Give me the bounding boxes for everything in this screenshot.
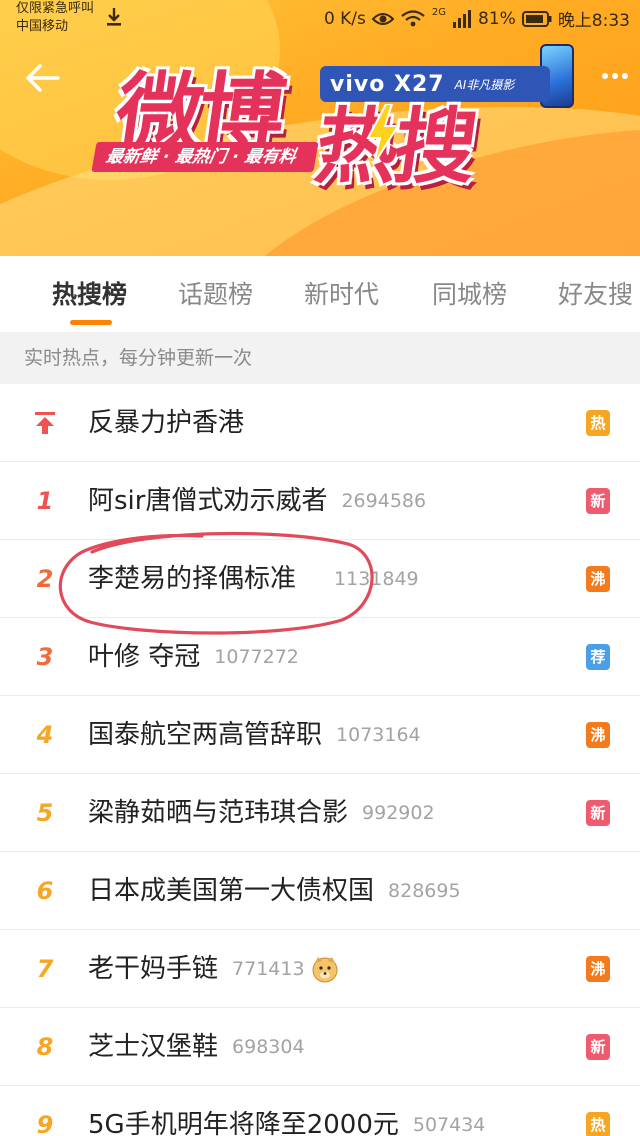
clock: 晚上8:33 [557,11,630,31]
list-item-pinned[interactable]: 反暴力护香港 热 [0,384,640,462]
active-tab-indicator [70,320,112,325]
hot-badge: 热 [586,410,610,436]
topic-title: 5G手机明年将降至2000元 [88,1110,399,1136]
rank-number: 2 [36,565,54,593]
banner-slogan: 最新鲜 · 最热门 · 最有料 [91,142,319,172]
back-arrow-icon[interactable] [22,60,62,96]
net-speed: 0 K/s [323,8,366,29]
ad-tagline: AI非凡摄影 [454,77,515,92]
topic: 李楚易的择偶标准 1131849 [88,540,419,618]
topic: 梁静茹晒与范玮琪合影 992902 [88,774,435,852]
topic-title: 芝士汉堡鞋 [88,1032,219,1062]
list-item[interactable]: 7 老干妈手链 771413 沸 [0,930,640,1008]
network-type: 2G [431,7,447,18]
boiling-badge: 沸 [586,956,610,982]
topic-title: 老干妈手链 [88,954,219,984]
tab-topics[interactable]: 话题榜 [178,278,253,318]
search-count: 698304 [232,1036,305,1058]
topic-title: 国泰航空两高管辞职 [88,720,323,750]
lightning-icon [366,104,400,164]
rank-number: 4 [36,721,54,749]
pin-top-icon [35,412,55,434]
rank-number: 7 [36,955,54,983]
list-item[interactable]: 5 梁静茹晒与范玮琪合影 992902 新 [0,774,640,852]
ad-badge[interactable]: vivo X27 AI非凡摄影 [320,66,550,102]
rank-number: 5 [36,799,54,827]
status-icons: 0 K/s 2G 81% 晚上8:33 [324,6,630,31]
list-item[interactable]: 6 日本成美国第一大债权国 828695 [0,852,640,930]
list-item[interactable]: 4 国泰航空两高管辞职 1073164 沸 [0,696,640,774]
topic: 国泰航空两高管辞职 1073164 [88,696,421,774]
search-count: 2694586 [341,490,427,512]
tab-local[interactable]: 同城榜 [432,278,507,318]
list-item[interactable]: 2 李楚易的择偶标准 1131849 沸 [0,540,640,618]
search-count: 507434 [412,1114,486,1136]
topic: 芝士汉堡鞋 698304 [88,1008,305,1086]
tab-friends-search[interactable]: 好友搜 [558,278,633,318]
topic: 反暴力护香港 [88,384,244,462]
topic: 叶修 夺冠 1077272 [88,618,299,696]
search-count: 1077272 [214,646,299,668]
topic-title: 叶修 夺冠 [88,642,201,672]
hot-badge: 热 [586,1112,610,1136]
update-notice: 实时热点，每分钟更新一次 [0,332,640,384]
eye-icon [371,12,394,25]
topic: 日本成美国第一大债权国 828695 [88,852,461,930]
boiling-badge: 沸 [586,566,610,592]
hot-search-list: 反暴力护香港 热 1 阿sir唐僧式劝示威者 2694586 新 2 李楚易的择… [0,384,640,1136]
search-count: 828695 [388,880,461,902]
list-item[interactable]: 1 阿sir唐僧式劝示威者 2694586 新 [0,462,640,540]
logo-hot-search-text: 热搜 [309,100,480,195]
search-count: 771413 [232,958,305,980]
wifi-icon [401,9,425,26]
topic: 阿sir唐僧式劝示威者 2694586 [88,462,426,540]
carrier-name: 中国移动 [16,19,69,34]
boiling-badge: 沸 [586,722,610,748]
rank-number: 6 [36,877,54,905]
recommended-badge: 荐 [586,644,610,670]
new-badge: 新 [586,800,610,826]
topic-title: 阿sir唐僧式劝示威者 [88,486,328,516]
topic-title: 梁静茹晒与范玮琪合影 [88,798,349,828]
rank-number: 3 [36,643,54,671]
search-count: 1131849 [334,568,419,590]
rank-number: 8 [36,1033,54,1061]
more-dots-icon[interactable] [600,66,630,86]
signal-icon [453,9,472,28]
download-icon [107,8,121,26]
topic: 老干妈手链 771413 [88,930,339,1008]
tab-new-era[interactable]: 新时代 [304,278,379,318]
topic: 5G手机明年将降至2000元 507434 [88,1086,485,1136]
list-item[interactable]: 3 叶修 夺冠 1077272 荐 [0,618,640,696]
search-count: 1073164 [336,724,421,746]
topic-title: 李楚易的择偶标准 [88,564,297,594]
carrier-info: 仅限紧急呼叫 中国移动 [16,0,94,36]
list-item[interactable]: 8 芝士汉堡鞋 698304 新 [0,1008,640,1086]
doge-emoji-icon [312,957,338,983]
carrier-emergency-text: 仅限紧急呼叫 [16,1,95,16]
rank-number: 1 [36,487,54,515]
new-badge: 新 [586,488,610,514]
battery-icon [521,10,552,27]
tab-hot-search[interactable]: 热搜榜 [52,278,127,318]
topic-title: 反暴力护香港 [88,408,245,438]
topic-title: 日本成美国第一大债权国 [88,876,375,906]
status-bar: 仅限紧急呼叫 中国移动 0 K/s 2G 81% 晚上8:33 [0,0,640,40]
battery-percent: 81% [478,8,516,29]
new-badge: 新 [586,1034,610,1060]
search-count: 992902 [362,802,435,824]
rank-number: 9 [36,1111,54,1136]
list-item[interactable]: 9 5G手机明年将降至2000元 507434 热 [0,1086,640,1136]
